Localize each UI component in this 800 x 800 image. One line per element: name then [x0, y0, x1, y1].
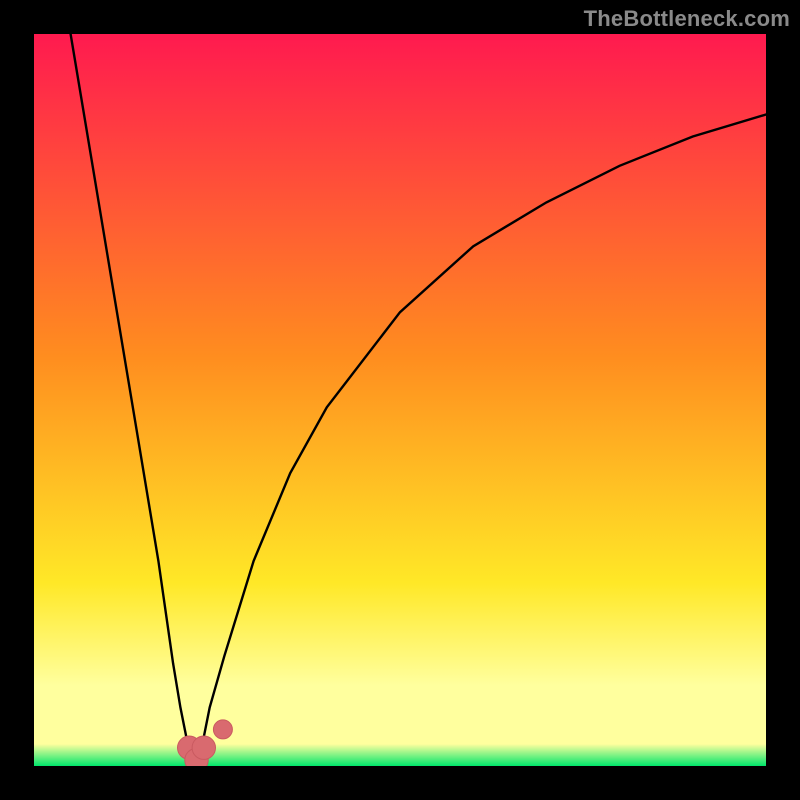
- plot-area: [34, 34, 766, 766]
- attribution-text: TheBottleneck.com: [584, 6, 790, 32]
- marker-right-lobe: [192, 736, 215, 759]
- curve-layer: [34, 34, 766, 766]
- outer-frame: TheBottleneck.com: [0, 0, 800, 800]
- bottleneck-curve: [71, 34, 766, 766]
- marker-right-dot: [213, 720, 232, 739]
